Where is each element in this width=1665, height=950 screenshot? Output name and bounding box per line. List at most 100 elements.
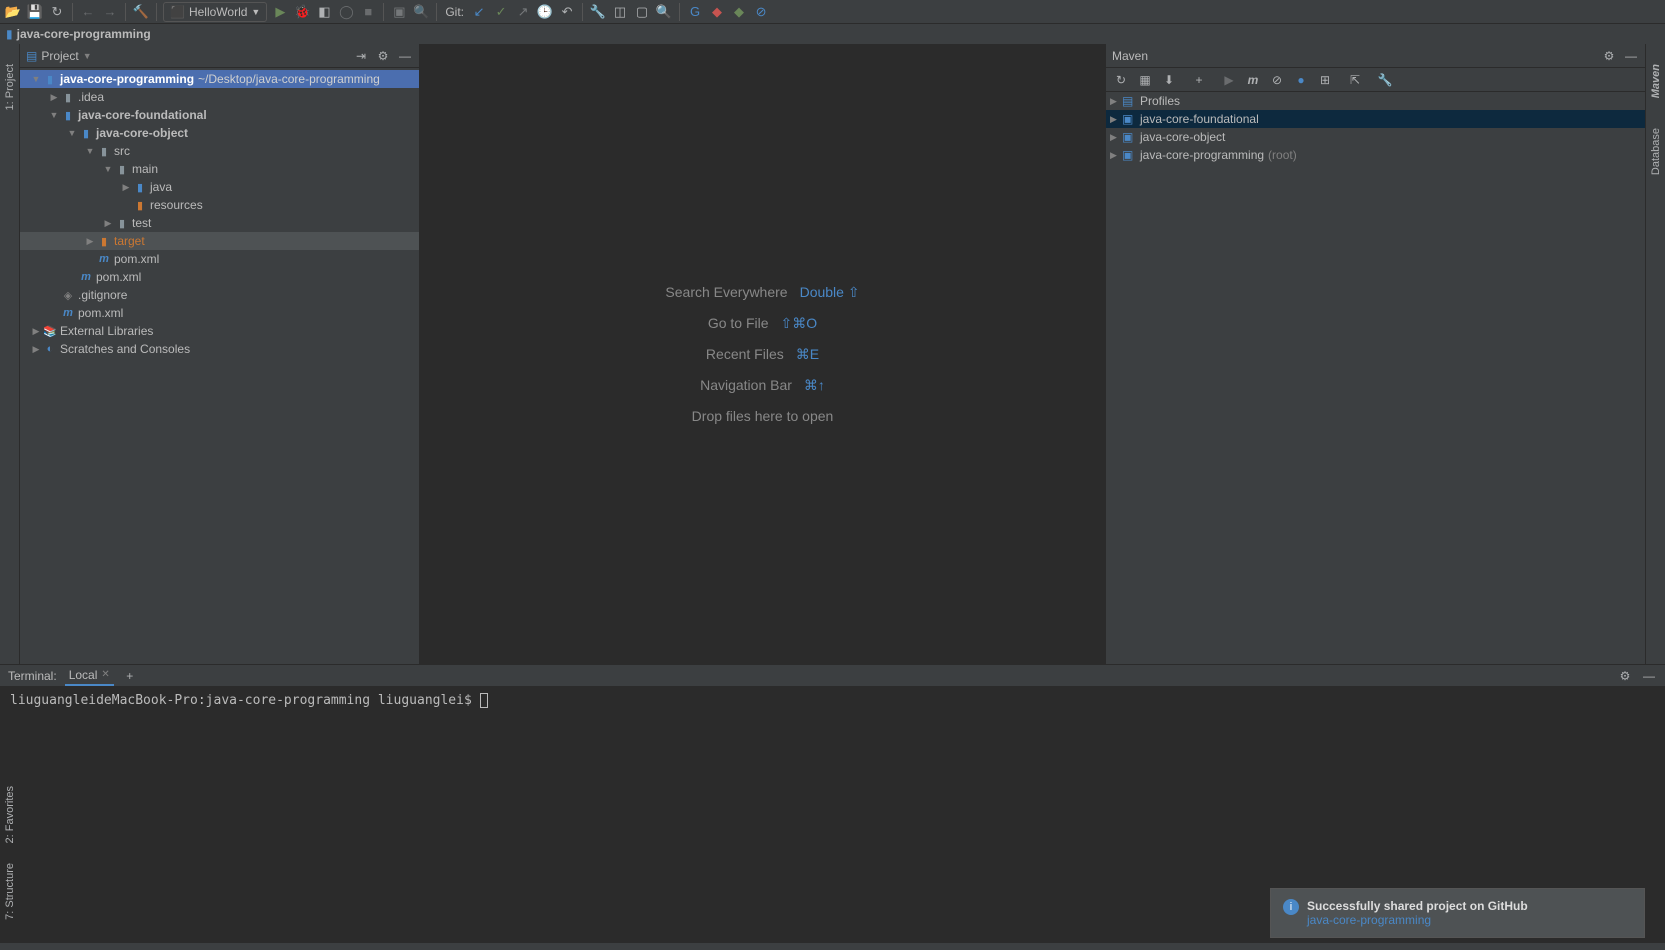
generate-icon[interactable]: ▦ xyxy=(1136,71,1154,89)
tree-test[interactable]: ▶ ▮ test xyxy=(20,214,419,232)
maven-item-root[interactable]: ▶ ▣ java-core-programming (root) xyxy=(1106,146,1645,164)
run-config-dropdown[interactable]: ⬛ HelloWorld ▼ xyxy=(163,2,267,22)
chevron-right-icon[interactable]: ▶ xyxy=(1110,132,1122,143)
chevron-down-icon[interactable]: ▼ xyxy=(48,110,60,120)
tree-pom2[interactable]: m pom.xml xyxy=(20,268,419,286)
chevron-down-icon[interactable]: ▼ xyxy=(84,146,96,156)
gear-icon[interactable]: ⚙ xyxy=(1617,668,1633,684)
git-commit-icon[interactable]: ✓ xyxy=(492,3,510,21)
chevron-right-icon[interactable]: ▶ xyxy=(1110,114,1122,125)
tree-main[interactable]: ▼ ▮ main xyxy=(20,160,419,178)
git-history-icon[interactable]: 🕒 xyxy=(536,3,554,21)
coverage-icon[interactable]: ◧ xyxy=(315,3,333,21)
chevron-down-icon[interactable]: ▼ xyxy=(102,164,114,174)
gear-icon[interactable]: ⚙ xyxy=(375,48,391,64)
chevron-right-icon[interactable]: ▶ xyxy=(84,236,96,247)
run-icon[interactable]: ▶ xyxy=(271,3,289,21)
editor-area[interactable]: Search Everywhere Double ⇧ Go to File ⇧⌘… xyxy=(420,44,1105,664)
stop-icon[interactable]: ■ xyxy=(359,3,377,21)
tree-src[interactable]: ▼ ▮ src xyxy=(20,142,419,160)
maven-item-foundational[interactable]: ▶ ▣ java-core-foundational xyxy=(1106,110,1645,128)
git-push-icon[interactable]: ↗ xyxy=(514,3,532,21)
wrench-icon[interactable]: 🔧 xyxy=(589,3,607,21)
chevron-right-icon[interactable]: ▶ xyxy=(102,218,114,229)
open-icon[interactable]: 📂 xyxy=(4,3,22,21)
tree-foundational[interactable]: ▼ ▮ java-core-foundational xyxy=(20,106,419,124)
skip-tests-icon[interactable]: ⊘ xyxy=(1268,71,1286,89)
tree-idea[interactable]: ▶ ▮ .idea xyxy=(20,88,419,106)
profiles-icon: ▤ xyxy=(1122,94,1138,108)
structure-icon[interactable]: ◫ xyxy=(611,3,629,21)
add-terminal-button[interactable]: + xyxy=(122,668,138,684)
tree-pom3[interactable]: m pom.xml xyxy=(20,304,419,322)
tree-resources[interactable]: ▮ resources xyxy=(20,196,419,214)
run-icon[interactable]: ▶ xyxy=(1220,71,1238,89)
hide-icon[interactable]: — xyxy=(397,48,413,64)
tree-scratches[interactable]: ▶ ◐ Scratches and Consoles xyxy=(20,340,419,358)
tree-java[interactable]: ▶ ▮ java xyxy=(20,178,419,196)
project-panel-title[interactable]: Project xyxy=(41,49,78,63)
maven-profiles[interactable]: ▶ ▤ Profiles xyxy=(1106,92,1645,110)
collapse-all-icon[interactable]: ⇱ xyxy=(1346,71,1364,89)
build-icon[interactable]: 🔨 xyxy=(132,3,150,21)
show-deps-icon[interactable]: ⊞ xyxy=(1316,71,1334,89)
plugin-icon-1[interactable]: ◆ xyxy=(708,3,726,21)
download-icon[interactable]: ⬇ xyxy=(1160,71,1178,89)
tree-object[interactable]: ▼ ▮ java-core-object xyxy=(20,124,419,142)
zoom-icon[interactable]: 🔍 xyxy=(412,3,430,21)
project-tool-tab[interactable]: 1: Project xyxy=(4,64,16,110)
chevron-right-icon[interactable]: ▶ xyxy=(1110,150,1122,161)
git-update-icon[interactable]: ↙ xyxy=(470,3,488,21)
refresh-icon[interactable]: ↻ xyxy=(48,3,66,21)
git-rollback-icon[interactable]: ↶ xyxy=(558,3,576,21)
sdk-icon[interactable]: ▢ xyxy=(633,3,651,21)
plugin-icon-2[interactable]: ◆ xyxy=(730,3,748,21)
chevron-down-icon[interactable]: ▼ xyxy=(83,51,92,61)
chevron-right-icon[interactable]: ▶ xyxy=(30,344,42,355)
database-tool-tab[interactable]: Database xyxy=(1650,128,1662,175)
search-icon[interactable]: 🔍 xyxy=(655,3,673,21)
gear-icon[interactable]: ⚙ xyxy=(1601,48,1617,64)
attach-icon[interactable]: ▣ xyxy=(390,3,408,21)
maven-tree[interactable]: ▶ ▤ Profiles ▶ ▣ java-core-foundational … xyxy=(1106,92,1645,664)
structure-tool-tab[interactable]: 7: Structure xyxy=(4,863,16,920)
library-icon: 📚 xyxy=(42,325,58,338)
breadcrumb: ▮ java-core-programming xyxy=(0,24,1665,44)
notification-link[interactable]: java-core-programming xyxy=(1307,913,1528,927)
tree-pom1[interactable]: m pom.xml xyxy=(20,250,419,268)
tree-ext-libs[interactable]: ▶ 📚 External Libraries xyxy=(20,322,419,340)
maven-tool-tab[interactable]: Maven xyxy=(1650,64,1662,98)
favorites-tool-tab[interactable]: 2: Favorites xyxy=(4,786,16,843)
terminal-tab-local[interactable]: Local ✕ xyxy=(65,665,114,686)
debug-icon[interactable]: 🐞 xyxy=(293,3,311,21)
hide-icon[interactable]: — xyxy=(1641,668,1657,684)
hide-icon[interactable]: — xyxy=(1623,48,1639,64)
back-icon[interactable]: ← xyxy=(79,3,97,21)
maven-item-object[interactable]: ▶ ▣ java-core-object xyxy=(1106,128,1645,146)
m-icon[interactable]: m xyxy=(1244,71,1262,89)
tree-target[interactable]: ▶ ▮ target xyxy=(20,232,419,250)
tree-label: java-core-foundational xyxy=(1140,112,1259,126)
github-notification[interactable]: i Successfully shared project on GitHub … xyxy=(1270,888,1645,938)
profile-icon[interactable]: ◯ xyxy=(337,3,355,21)
breadcrumb-project[interactable]: java-core-programming xyxy=(17,27,151,41)
reload-icon[interactable]: ↻ xyxy=(1112,71,1130,89)
project-tree[interactable]: ▼ ▮ java-core-programming ~/Desktop/java… xyxy=(20,68,419,664)
offline-icon[interactable]: ● xyxy=(1292,71,1310,89)
settings-icon[interactable]: 🔧 xyxy=(1376,71,1394,89)
chevron-down-icon[interactable]: ▼ xyxy=(30,74,42,84)
chevron-right-icon[interactable]: ▶ xyxy=(120,182,132,193)
collapse-icon[interactable]: ⇥ xyxy=(353,48,369,64)
tree-gitignore[interactable]: ◈ .gitignore xyxy=(20,286,419,304)
chevron-right-icon[interactable]: ▶ xyxy=(48,92,60,103)
chevron-right-icon[interactable]: ▶ xyxy=(1110,96,1122,107)
save-icon[interactable]: 💾 xyxy=(26,3,44,21)
add-icon[interactable]: + xyxy=(1190,71,1208,89)
chevron-right-icon[interactable]: ▶ xyxy=(30,326,42,337)
forward-icon[interactable]: → xyxy=(101,3,119,21)
translate-icon[interactable]: G xyxy=(686,3,704,21)
chevron-down-icon[interactable]: ▼ xyxy=(66,128,78,138)
close-icon[interactable]: ✕ xyxy=(101,669,109,680)
plugin-icon-3[interactable]: ⊘ xyxy=(752,3,770,21)
tree-root[interactable]: ▼ ▮ java-core-programming ~/Desktop/java… xyxy=(20,70,419,88)
